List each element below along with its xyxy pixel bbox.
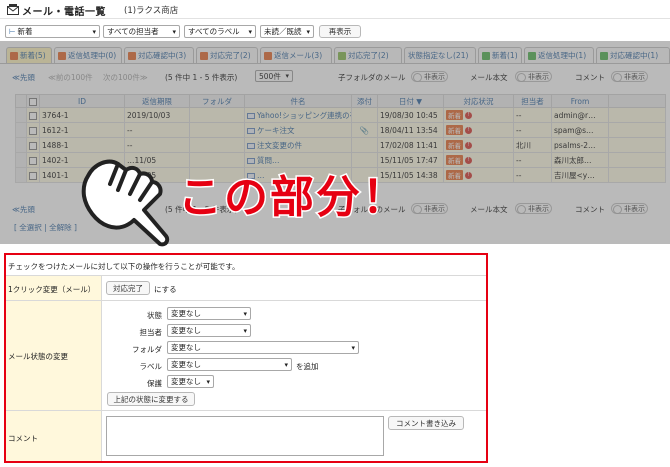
status-select[interactable]: 変更なし ▾ [167, 307, 251, 320]
field-folder-label: フォルダ [132, 345, 162, 354]
write-comment-button[interactable]: コメント書き込み [388, 416, 464, 430]
label-select[interactable]: 変更なし ▾ [167, 358, 292, 371]
assignee-filter-value: すべての担当者 [107, 27, 159, 36]
oneclick-label-cell: 1クリック変更（メール） [6, 276, 102, 300]
field-protect-label: 保護 [147, 379, 162, 388]
comment-textarea[interactable] [106, 416, 384, 456]
protect-select[interactable]: 変更なし ▾ [167, 375, 214, 388]
chevron-down-icon: ▾ [243, 326, 247, 335]
label-filter-select[interactable]: すべてのラベル ▾ [184, 25, 256, 38]
oneclick-suffix: にする [154, 285, 177, 294]
panel-intro: チェックをつけたメールに対して以下の操作を行うことが可能です。 [8, 262, 240, 271]
page-title: メール・電話一覧 [22, 7, 106, 18]
chevron-down-icon: ▾ [206, 377, 210, 386]
label-filter-value: すべてのラベル [188, 27, 240, 36]
status-change-label: メール状態の変更 [8, 352, 68, 361]
shop-name: (1)ラクス商店 [124, 6, 179, 16]
chevron-down-icon: ▾ [172, 27, 176, 36]
chevron-down-icon: ▾ [284, 360, 288, 369]
comment-panel-label: コメント [8, 434, 38, 443]
apply-status-button[interactable]: 上記の状態に変更する [107, 392, 195, 406]
label-select-value: 変更なし [171, 360, 201, 369]
field-assignee-label: 担当者 [139, 328, 163, 337]
label-suffix: を追加 [296, 362, 319, 371]
field-label-label: ラベル [139, 362, 163, 371]
folder-select[interactable]: 変更なし ▾ [167, 341, 359, 354]
folder-select-value: 変更なし [171, 343, 201, 352]
callout-text: この部分！ [177, 171, 408, 225]
oneclick-label: 1クリック変更（メール） [8, 285, 96, 294]
app-header: メール・電話一覧 (1)ラクス商店 [0, 0, 670, 19]
chevron-down-icon: ▾ [243, 309, 247, 318]
status-filter-icon: ⊢ [9, 27, 16, 36]
pointing-hand-icon [81, 159, 170, 247]
assignee-select[interactable]: 変更なし ▾ [167, 324, 251, 337]
read-filter-select[interactable]: 未読／既読 ▾ [260, 25, 314, 38]
comment-row: コメント コメント書き込み [6, 410, 486, 461]
bulk-action-panel: チェックをつけたメールに対して以下の操作を行うことが可能です。 1クリック変更（… [6, 255, 486, 461]
oneclick-row: 1クリック変更（メール） 対応完了 にする [6, 275, 486, 300]
chevron-down-icon: ▾ [92, 27, 96, 36]
status-filter-value: 新着 [17, 27, 33, 36]
phone-mail-icon [7, 4, 19, 15]
redisplay-button[interactable]: 再表示 [319, 25, 361, 38]
chevron-down-icon: ▾ [351, 343, 355, 352]
chevron-down-icon: ▾ [306, 27, 310, 36]
status-change-row: メール状態の変更 状態 変更なし ▾ 担当者 変更なし ▾ フォルダ 変更なし ▾ ラ… [6, 300, 486, 410]
protect-select-value: 変更なし [171, 377, 201, 386]
mark-done-button[interactable]: 対応完了 [106, 281, 150, 295]
assignee-filter-select[interactable]: すべての担当者 ▾ [103, 25, 180, 38]
status-select-value: 変更なし [171, 309, 201, 318]
comment-label-cell: コメント [6, 411, 102, 461]
assignee-select-value: 変更なし [171, 326, 201, 335]
read-filter-value: 未読／既読 [264, 27, 302, 36]
status-change-label-cell: メール状態の変更 [6, 301, 102, 410]
status-filter-select[interactable]: ⊢ 新着 ▾ [5, 25, 100, 38]
field-status-label: 状態 [147, 311, 162, 320]
chevron-down-icon: ▾ [248, 27, 252, 36]
